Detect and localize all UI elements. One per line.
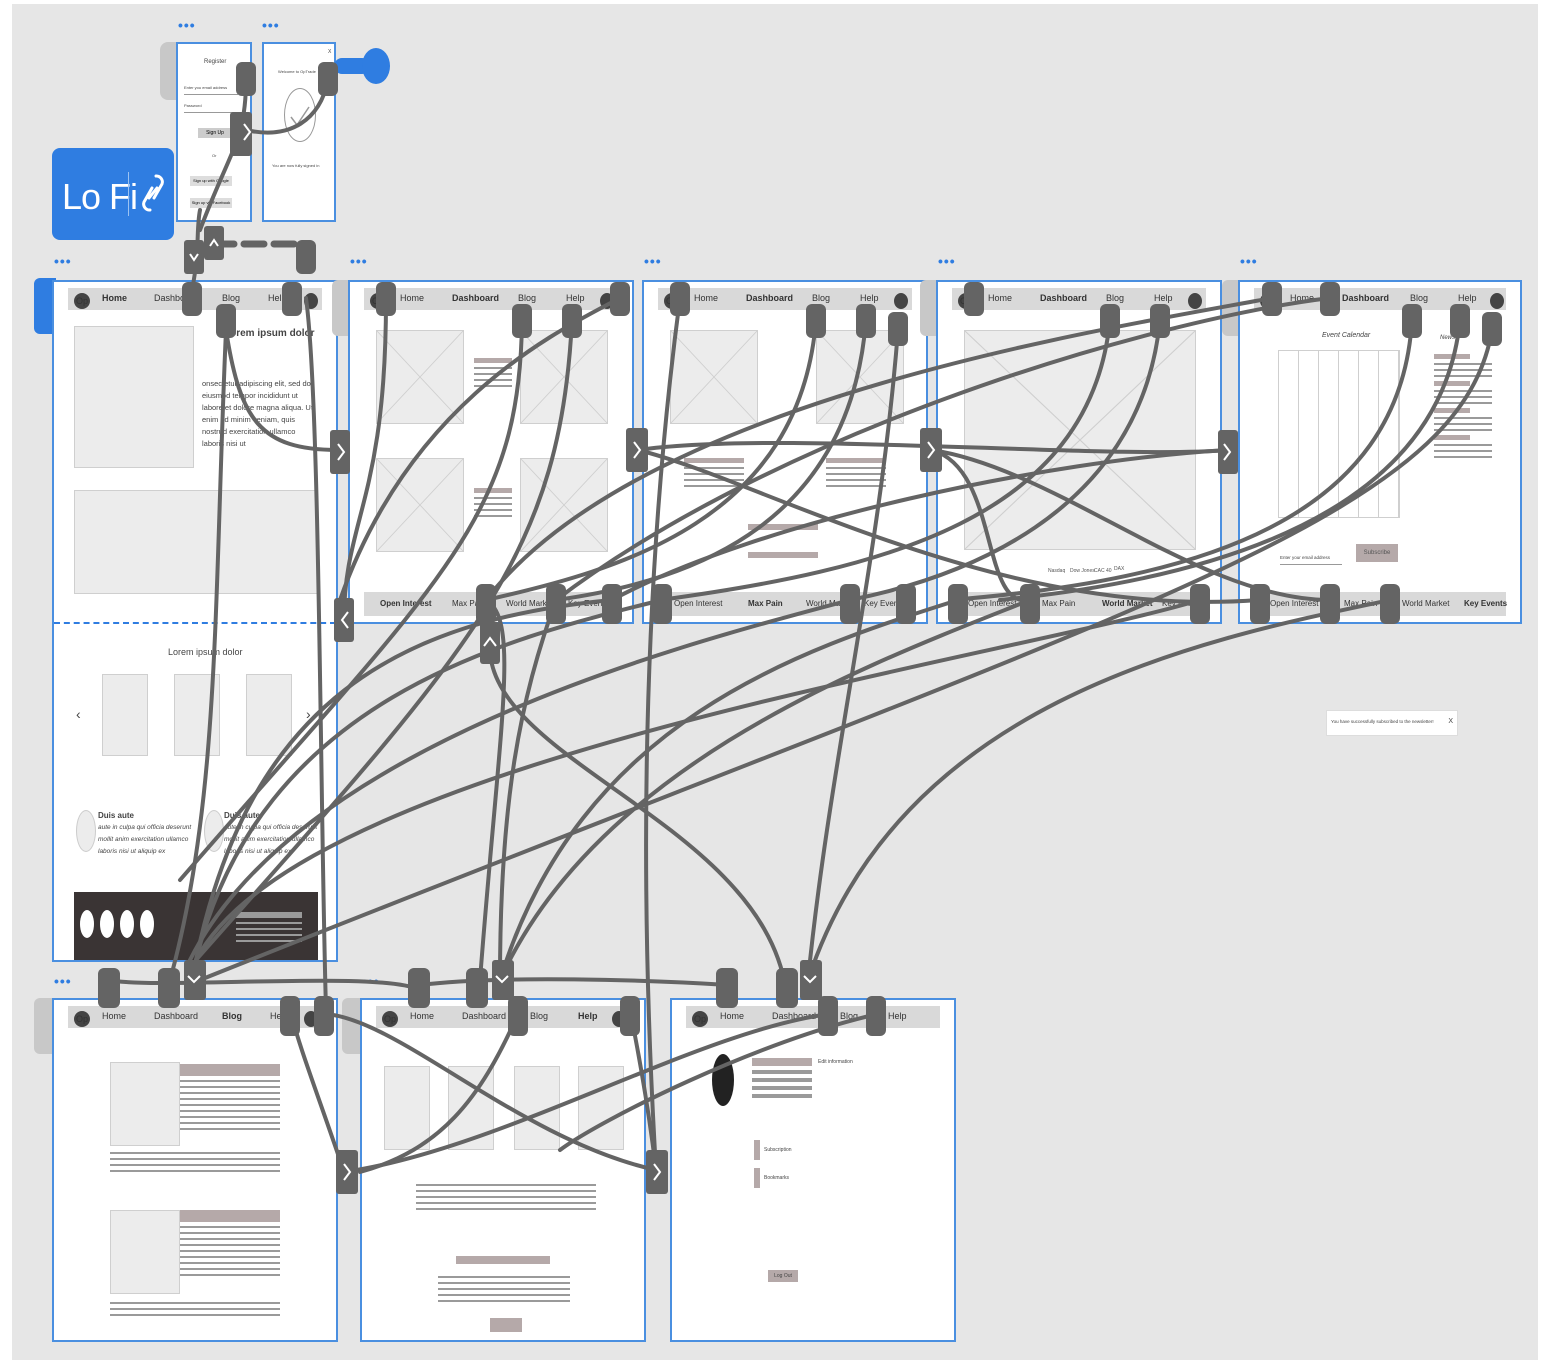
prototype-connections xyxy=(98,62,1502,1194)
